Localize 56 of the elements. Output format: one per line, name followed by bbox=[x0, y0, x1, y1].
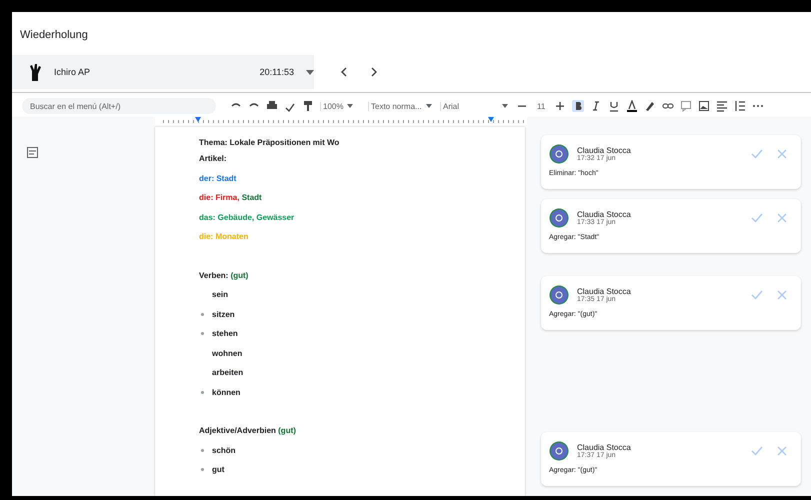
document-text: Adjektive/Adverbien (gut) bbox=[199, 426, 296, 436]
previous-icon[interactable] bbox=[340, 67, 348, 77]
comment-icon[interactable] bbox=[680, 100, 692, 112]
document-text: Verben: (gut) bbox=[199, 270, 248, 280]
caret-icon bbox=[502, 104, 508, 108]
caret-icon bbox=[426, 104, 432, 108]
zoom-dropdown[interactable]: 100% bbox=[320, 102, 362, 110]
document-text: die: Monaten bbox=[199, 232, 248, 242]
highlighter-icon[interactable] bbox=[644, 100, 656, 112]
ruler[interactable] bbox=[155, 117, 527, 125]
time-label: 20:11:53 bbox=[260, 67, 294, 77]
document-text: das: Gebäude, Gewässer bbox=[199, 212, 294, 222]
outline-icon[interactable] bbox=[27, 147, 38, 158]
document-text: schön bbox=[212, 446, 236, 455]
author-name: Claudia Stocca bbox=[577, 210, 632, 219]
document-text: stehen bbox=[212, 329, 238, 338]
caret-icon[interactable] bbox=[306, 70, 314, 74]
document-text: Thema: Lokale Präpositionen mit Wo bbox=[199, 138, 340, 146]
paint-format-icon[interactable] bbox=[302, 100, 314, 112]
font-size-field[interactable]: 11 bbox=[534, 102, 548, 110]
line-spacing-icon[interactable] bbox=[734, 100, 746, 112]
window-title: Wiederholung bbox=[19, 28, 89, 43]
avatar-icon bbox=[549, 441, 569, 461]
document-text: der: Stadt bbox=[199, 174, 236, 183]
author-name: Claudia Stocca bbox=[577, 146, 632, 155]
avatar-icon bbox=[549, 285, 569, 305]
document-text: sein bbox=[212, 290, 228, 300]
hand-icon bbox=[28, 63, 42, 81]
document-text: sitzen bbox=[212, 310, 235, 319]
check-icon[interactable] bbox=[751, 290, 763, 300]
check-icon[interactable] bbox=[751, 446, 763, 456]
document-text: die: Firma, Stadt bbox=[199, 193, 262, 202]
avatar-icon bbox=[549, 208, 569, 228]
author-name: Claudia Stocca bbox=[577, 287, 632, 296]
author-name: Claudia Stocca bbox=[577, 443, 632, 452]
account-name: Ichiro AP bbox=[54, 67, 92, 77]
bold-icon[interactable] bbox=[572, 100, 584, 112]
document-text: können bbox=[212, 388, 240, 397]
avatar-icon bbox=[549, 144, 569, 164]
caret-icon bbox=[347, 104, 354, 108]
document-text: gut bbox=[212, 465, 224, 474]
check-icon[interactable] bbox=[751, 213, 763, 223]
document-text: wohnen bbox=[212, 348, 242, 358]
plus-icon[interactable] bbox=[554, 100, 566, 112]
image-icon[interactable] bbox=[698, 100, 710, 112]
document-text: arbeiten bbox=[212, 368, 244, 378]
font-dropdown[interactable]: Arial bbox=[440, 102, 510, 110]
check-icon[interactable] bbox=[751, 149, 763, 159]
align-icon[interactable] bbox=[716, 100, 728, 112]
underline-icon[interactable] bbox=[608, 100, 620, 112]
style-dropdown[interactable]: Texto norma... bbox=[368, 102, 434, 110]
search-field[interactable]: Buscar en el menú (Alt+/) bbox=[22, 98, 216, 114]
text-color-icon[interactable] bbox=[626, 100, 638, 112]
document-text: Artikel: bbox=[199, 154, 227, 164]
print-icon[interactable] bbox=[266, 100, 278, 112]
next-icon[interactable] bbox=[370, 67, 378, 77]
